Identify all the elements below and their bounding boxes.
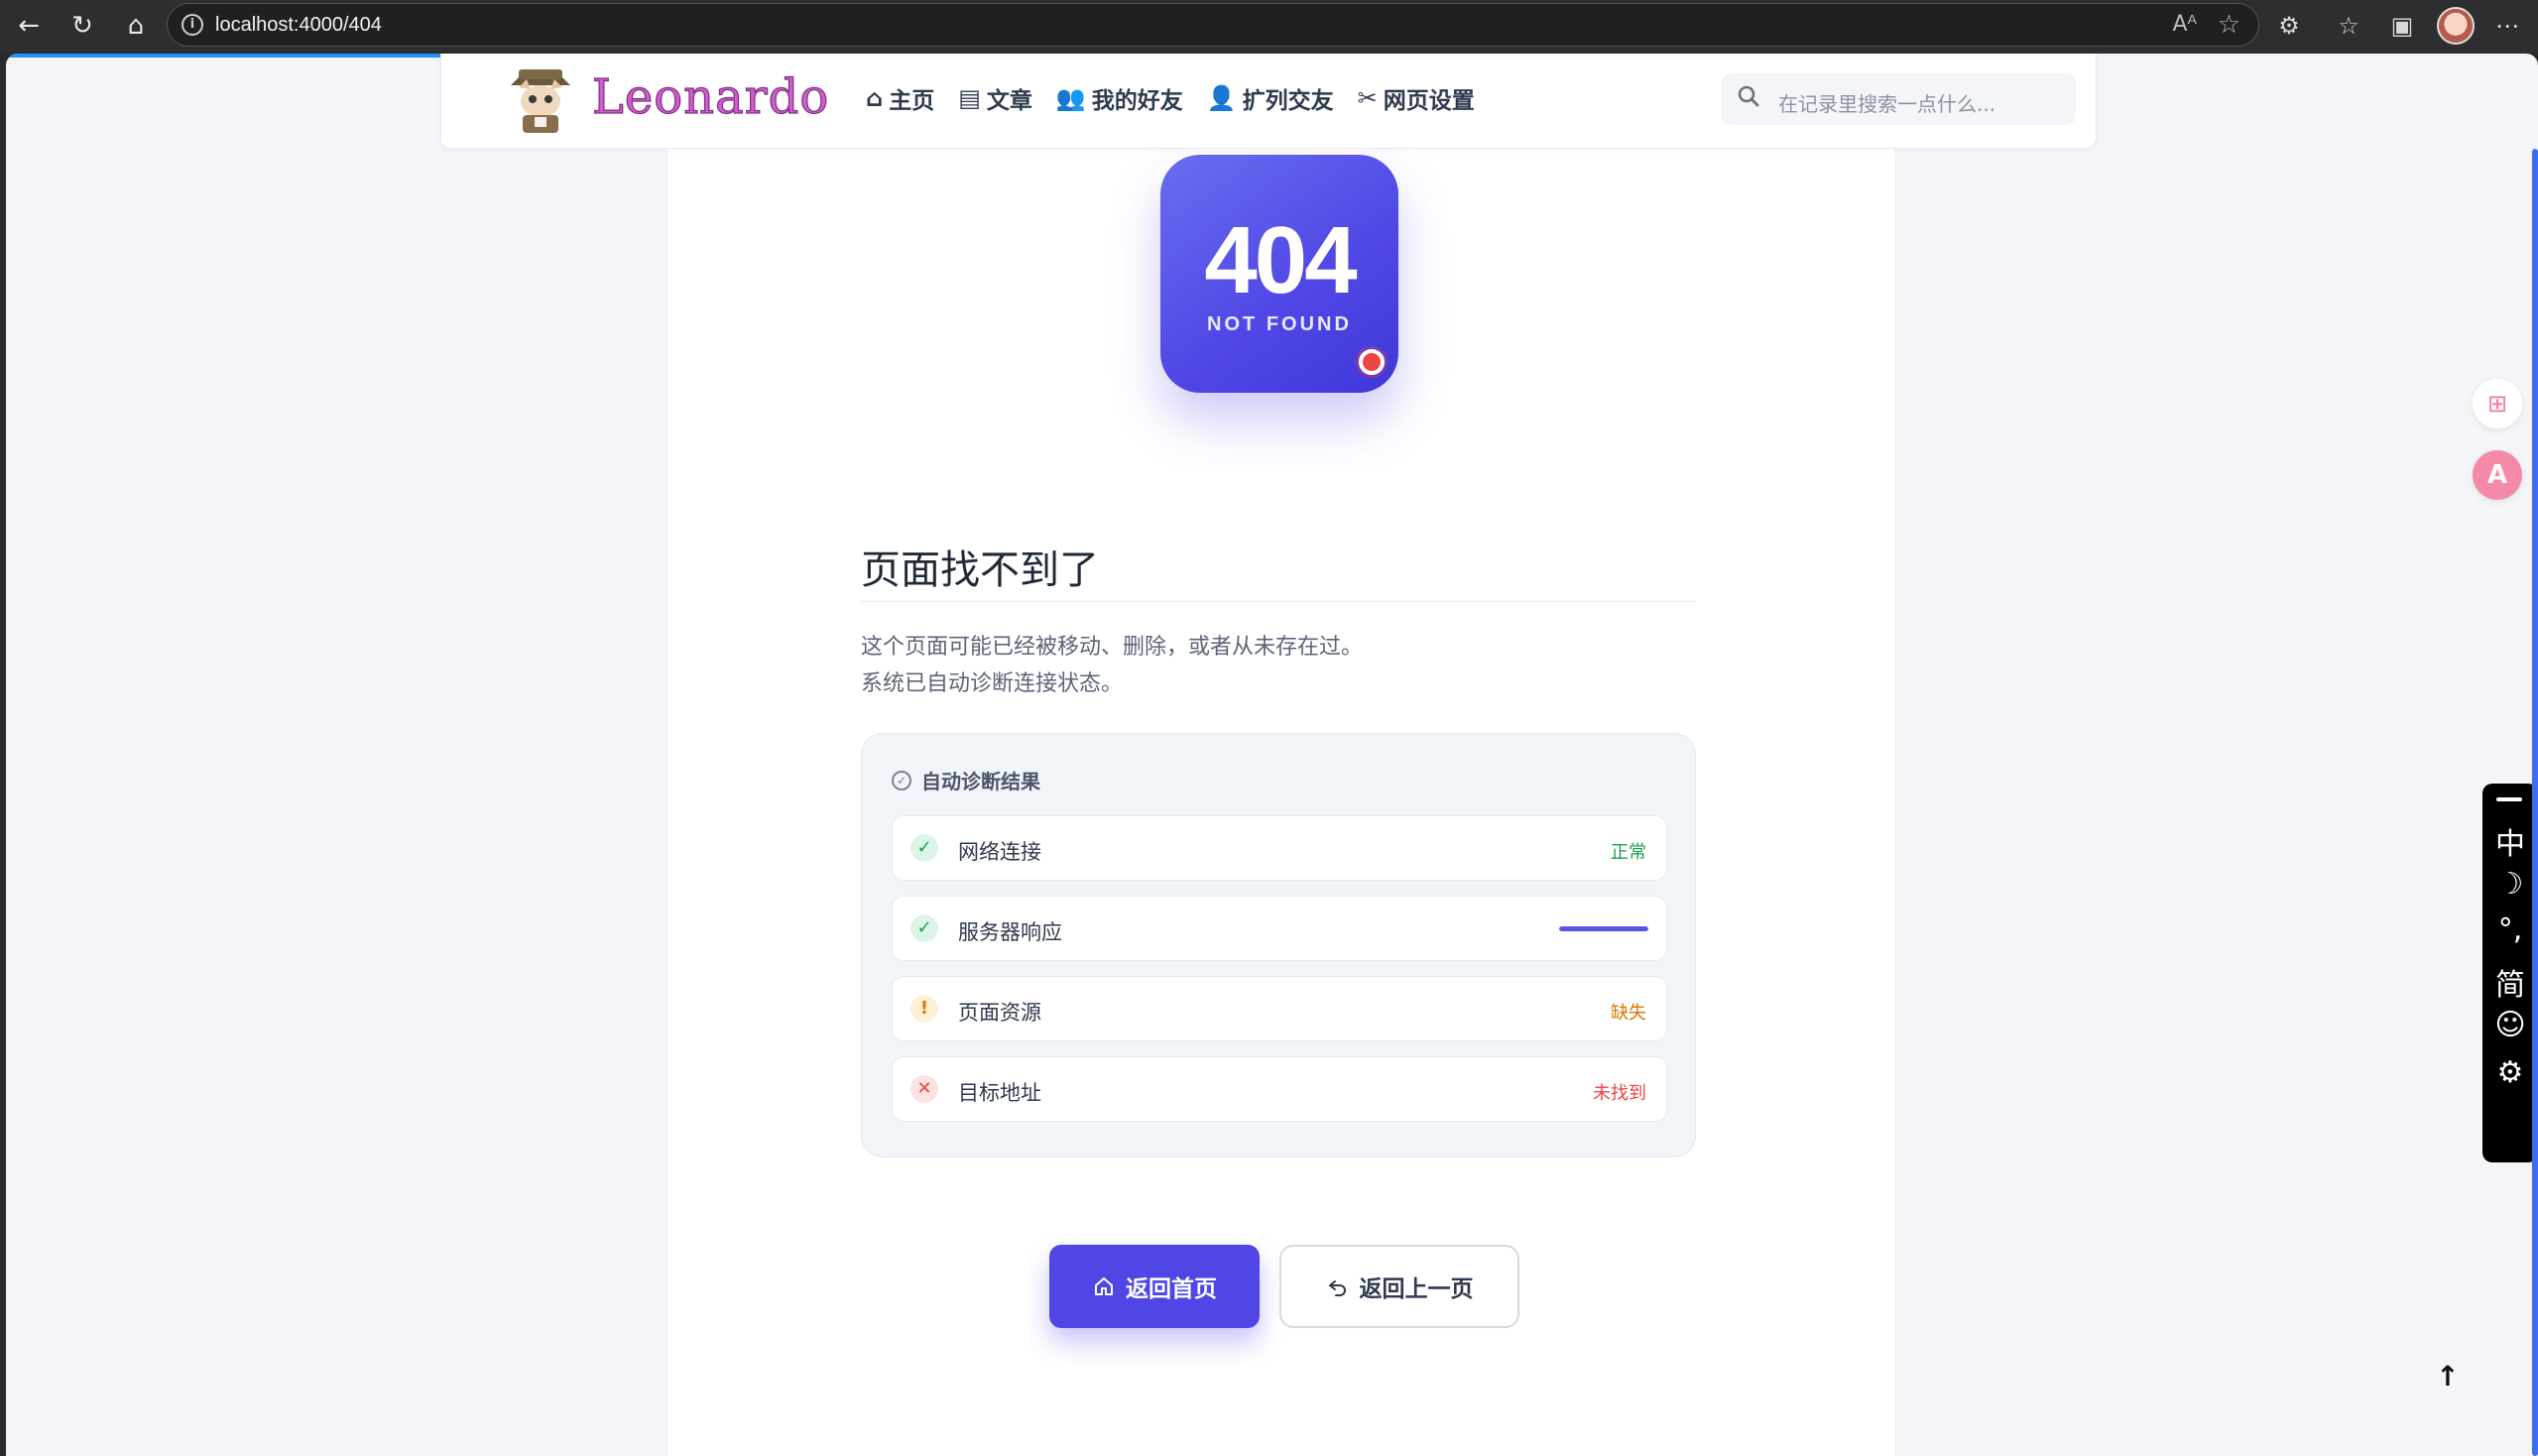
diagnostic-value: 未找到 (1593, 1083, 1646, 1104)
site-header: Leonardo ⌂ 主页 ▤ 文章 👥 我的好友 👤 扩列交友 ✂ 网页设置 (440, 54, 2097, 149)
error-code: 404 (1204, 207, 1357, 313)
browser-toolbar: ← ↻ ⌂ i localhost:4000/404 Aᴬ ☆ ⚙ ☆ ▣ ⋯ (0, 0, 2538, 52)
diagnostic-label: 网络连接 (958, 840, 1041, 864)
warning-icon: ! (910, 995, 938, 1023)
article-icon: ▤ (958, 84, 981, 112)
check-icon: ✓ (910, 834, 938, 862)
diagnostics-heading-label: 自动诊断结果 (921, 770, 1040, 793)
ime-punctuation-icon[interactable]: °, (2482, 912, 2538, 947)
diagnostic-value: 正常 (1611, 842, 1646, 863)
progress-fill (1559, 926, 1648, 931)
error-subtitle: NOT FOUND (1207, 313, 1352, 335)
nav-add-friend-label: 扩列交友 (1242, 88, 1334, 114)
read-aloud-icon[interactable]: Aᴬ (2172, 12, 2197, 37)
translate-icon[interactable]: A (2473, 450, 2522, 500)
nav-home-label: 主页 (889, 88, 935, 114)
diagnostic-label: 服务器响应 (958, 920, 1062, 944)
back-icon[interactable]: ← (10, 8, 48, 44)
nav-home[interactable]: ⌂ 主页 (866, 81, 934, 115)
brand-name[interactable]: Leonardo (591, 68, 829, 125)
extensions-icon[interactable]: ⚙ (2271, 8, 2307, 44)
diagnostic-row-server: ✓ 服务器响应 (892, 896, 1667, 961)
collections-icon[interactable]: ▣ (2384, 8, 2420, 44)
go-home-label: 返回首页 (1126, 1276, 1217, 1302)
nav-friends[interactable]: 👥 我的好友 (1056, 81, 1183, 115)
page-viewport: Leonardo ⌂ 主页 ▤ 文章 👥 我的好友 👤 扩列交友 ✂ 网页设置 (6, 54, 2538, 1456)
nav-add-friend[interactable]: 👤 扩列交友 (1207, 81, 1334, 115)
error-x-icon: ✕ (910, 1075, 938, 1103)
description-line-1: 这个页面可能已经被移动、删除，或者从未存在过。 (861, 635, 1364, 660)
ime-chinese-mode-icon[interactable]: 中 (2482, 819, 2538, 863)
site-info-icon[interactable]: i (181, 14, 203, 36)
nav-settings-label: 网页设置 (1383, 88, 1475, 114)
ime-moon-icon[interactable]: ☽ (2482, 867, 2538, 902)
search-input[interactable]: 在记录里搜索一点什么... (1721, 73, 2076, 125)
go-back-button[interactable]: 返回上一页 (1279, 1245, 1519, 1328)
cat-detective-logo-icon[interactable] (505, 65, 576, 135)
diagnostic-row-network: ✓ 网络连接 正常 (892, 815, 1667, 881)
diagnostic-row-target: ✕ 目标地址 未找到 (892, 1056, 1667, 1122)
error-description: 这个页面可能已经被移动、删除，或者从未存在过。 系统已自动诊断连接状态。 (861, 629, 1363, 702)
ime-settings-icon[interactable]: ⚙ (2482, 1055, 2538, 1090)
diagnostic-label: 目标地址 (958, 1081, 1041, 1105)
go-home-button[interactable]: 返回首页 (1049, 1245, 1260, 1328)
more-menu-icon[interactable]: ⋯ (2489, 8, 2525, 44)
main-nav: ⌂ 主页 ▤ 文章 👥 我的好友 👤 扩列交友 ✂ 网页设置 (866, 81, 1475, 115)
title-divider (861, 601, 1696, 602)
diagnostics-heading: ✓ 自动诊断结果 (892, 766, 1040, 794)
ime-simplified-icon[interactable]: 简 (2482, 960, 2538, 1004)
check-icon: ✓ (910, 914, 938, 942)
search-placeholder: 在记录里搜索一点什么... (1778, 92, 1996, 116)
nav-articles-label: 文章 (986, 88, 1032, 114)
check-circle-icon: ✓ (892, 770, 911, 790)
diagnostic-value: 缺失 (1611, 1003, 1646, 1024)
diagnostic-label: 页面资源 (958, 1001, 1041, 1025)
tools-icon: ✂ (1357, 84, 1378, 112)
reload-icon[interactable]: ↻ (63, 8, 101, 44)
diagnostics-panel: ✓ 自动诊断结果 ✓ 网络连接 正常 ✓ 服务器响应 ! 页面资源 缺失 ✕ 目… (861, 733, 1696, 1157)
back-to-top-arrow-icon[interactable]: ↑ (2430, 1359, 2466, 1395)
favorites-icon[interactable]: ☆ (2331, 8, 2366, 44)
error-code-badge: 404 NOT FOUND (1160, 155, 1398, 393)
scrollbar[interactable] (2532, 149, 2538, 1456)
nav-articles[interactable]: ▤ 文章 (958, 81, 1032, 115)
nav-friends-label: 我的好友 (1091, 88, 1183, 114)
favorite-star-icon[interactable]: ☆ (2218, 10, 2240, 40)
address-url[interactable]: localhost:4000/404 (215, 14, 382, 37)
server-response-progress (1559, 926, 1648, 931)
page-title: 页面找不到了 (861, 547, 1099, 593)
address-bar[interactable]: i localhost:4000/404 Aᴬ ☆ (167, 3, 2259, 47)
home-outline-icon (1095, 1277, 1113, 1295)
description-line-2: 系统已自动诊断连接状态。 (861, 671, 1124, 696)
add-friend-icon: 👤 (1206, 84, 1237, 112)
profile-avatar[interactable] (2437, 7, 2475, 45)
search-icon (1738, 85, 1759, 107)
go-back-label: 返回上一页 (1359, 1276, 1474, 1302)
nav-settings[interactable]: ✂ 网页设置 (1358, 81, 1475, 115)
ime-toolbar: 中 ☽ °, 简 ☺ ⚙ (2482, 784, 2538, 1162)
ime-emoji-icon[interactable]: ☺ (2482, 1008, 2538, 1042)
home-icon: ⌂ (866, 84, 884, 112)
undo-arrow-icon (1328, 1280, 1346, 1296)
ime-drag-handle[interactable] (2496, 797, 2522, 801)
apps-icon[interactable]: ⊞ (2473, 379, 2522, 428)
alert-dot-icon (1359, 349, 1385, 375)
friends-icon: 👥 (1055, 84, 1086, 112)
diagnostic-row-resources: ! 页面资源 缺失 (892, 976, 1667, 1041)
home-icon[interactable]: ⌂ (117, 8, 155, 44)
